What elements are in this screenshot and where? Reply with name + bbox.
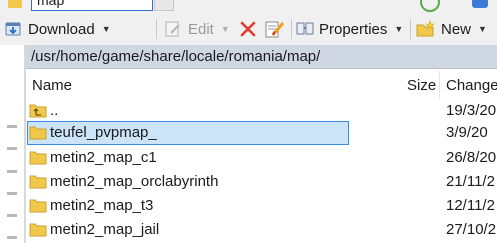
file-date: 27/10/2 [446,221,497,238]
toolbar-separator [410,19,411,39]
parent-directory-row[interactable]: .. 19/3/20 [26,99,497,123]
file-date: 26/8/20 [446,149,497,166]
toolbar-separator [156,19,157,39]
rename-button[interactable] [265,19,285,39]
download-label: Download [28,20,95,38]
toolbar-icon[interactable] [472,0,488,8]
column-size[interactable]: Size [407,77,436,94]
file-name: metin2_map_t3 [50,197,154,214]
delete-button[interactable] [239,19,257,39]
new-dropdown-arrow[interactable]: ▼ [478,24,487,34]
top-strip: map [0,0,497,12]
file-name: .. [50,102,59,119]
path-text: /usr/home/game/share/locale/romania/map/ [31,48,321,65]
file-date: 19/3/20 [446,102,497,119]
delete-icon [240,21,256,37]
edit-icon [165,21,180,37]
new-icon [416,20,435,37]
column-header: Name Size Change [26,71,497,99]
edit-button[interactable]: Edit ▼ [164,19,230,39]
tree-line [7,236,17,239]
folder-icon [29,126,47,140]
folder-icon [29,151,47,165]
new-label: New [441,20,472,38]
folder-icon [29,223,47,237]
edit-dropdown-arrow[interactable]: ▼ [221,24,230,34]
properties-label: Properties [319,20,388,38]
tree-line [7,192,17,195]
column-name[interactable]: Name [32,77,72,94]
path-bar[interactable]: /usr/home/game/share/locale/romania/map/ [26,45,497,69]
download-dropdown-arrow[interactable]: ▼ [102,24,111,34]
new-button[interactable]: New ▼ [416,19,487,39]
file-name: metin2_map_jail [50,221,160,238]
folder-icon [8,0,22,8]
tree-line [7,125,17,128]
refresh-icon[interactable] [420,0,440,12]
address-field-text: map [37,0,65,8]
folder-icon [29,175,47,189]
parent-folder-icon [29,104,47,118]
edit-label: Edit [188,20,214,38]
file-name: metin2_map_c1 [50,149,157,166]
list-item[interactable]: metin2_map_orclabyrinth 21/11/2 [26,170,497,194]
rename-icon [265,21,285,38]
toolbar-separator [291,19,292,39]
file-date: 21/11/2 [446,173,495,190]
properties-dropdown-arrow[interactable]: ▼ [394,24,403,34]
list-item-selected[interactable]: teufel_pvpmap_ 3/9/20 [26,121,497,145]
list-item[interactable]: metin2_map_t3 12/11/2 [26,194,497,218]
tree-line [7,170,17,173]
address-field-top[interactable]: map [31,0,153,11]
list-item[interactable]: metin2_map_jail 27/10/2 [26,218,497,242]
download-icon [5,22,21,36]
list-item[interactable]: metin2_map_c1 26/8/20 [26,146,497,170]
properties-icon [296,22,314,35]
file-name: metin2_map_orclabyrinth [50,173,219,190]
properties-button[interactable]: Properties ▼ [296,19,403,39]
tree-line [7,147,17,150]
file-date: 3/9/20 [446,124,488,141]
tree-line [7,214,17,217]
column-changed[interactable]: Change [446,77,497,94]
address-dropdown-button[interactable] [154,0,174,11]
file-date: 12/11/2 [446,197,495,214]
download-button[interactable]: Download ▼ [4,19,111,39]
left-pane [0,45,24,243]
column-divider[interactable] [439,71,440,99]
toolbar: Download ▼ Edit ▼ Properties ▼ New ▼ [0,12,497,46]
folder-icon [29,199,47,213]
file-name-edit[interactable]: teufel_pvpmap_ [50,124,157,141]
